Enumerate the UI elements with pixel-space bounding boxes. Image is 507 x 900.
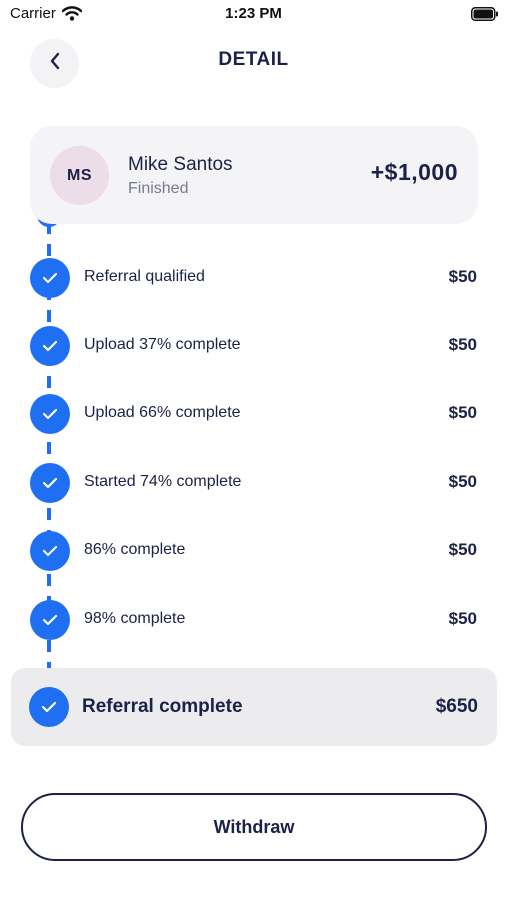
profile-total-amount: +$1,000 bbox=[370, 159, 458, 185]
check-icon bbox=[30, 600, 70, 640]
step-amount: $50 bbox=[448, 267, 477, 286]
step-label: Started 74% complete bbox=[84, 473, 242, 490]
step-row: 86% complete $50 bbox=[0, 531, 507, 571]
status-bar: Carrier 1:23 PM bbox=[0, 0, 507, 30]
profile-card: MS Mike Santos Finished +$1,000 bbox=[30, 126, 478, 224]
battery-icon bbox=[471, 7, 499, 26]
avatar: MS bbox=[50, 146, 109, 205]
step-amount: $50 bbox=[448, 335, 477, 354]
check-icon bbox=[30, 531, 70, 571]
step-row: Referral qualified $50 bbox=[0, 258, 507, 298]
step-amount: $50 bbox=[448, 403, 477, 422]
check-icon bbox=[30, 258, 70, 298]
step-label: 86% complete bbox=[84, 541, 186, 558]
final-step-row: Referral complete $650 bbox=[11, 668, 497, 746]
step-label: 98% complete bbox=[84, 610, 186, 627]
check-icon bbox=[30, 326, 70, 366]
step-amount: $50 bbox=[448, 609, 477, 628]
step-row: Started 74% complete $50 bbox=[0, 463, 507, 503]
step-label: Upload 37% complete bbox=[84, 336, 241, 353]
step-label: Upload 66% complete bbox=[84, 404, 241, 421]
step-amount: $50 bbox=[448, 540, 477, 559]
step-amount: $50 bbox=[448, 472, 477, 491]
check-icon bbox=[30, 463, 70, 503]
profile-name: Mike Santos bbox=[128, 154, 233, 175]
withdraw-button[interactable]: Withdraw bbox=[21, 793, 487, 861]
profile-status: Finished bbox=[128, 180, 189, 197]
final-step-amount: $650 bbox=[435, 696, 478, 717]
final-step-label: Referral complete bbox=[82, 696, 243, 717]
step-row: Upload 66% complete $50 bbox=[0, 394, 507, 434]
check-icon bbox=[29, 687, 69, 727]
page-title: DETAIL bbox=[218, 49, 289, 70]
check-icon bbox=[30, 394, 70, 434]
status-time: 1:23 PM bbox=[225, 5, 282, 22]
step-row: 98% complete $50 bbox=[0, 600, 507, 640]
step-label: Referral qualified bbox=[84, 268, 205, 285]
step-row: Upload 37% complete $50 bbox=[0, 326, 507, 366]
